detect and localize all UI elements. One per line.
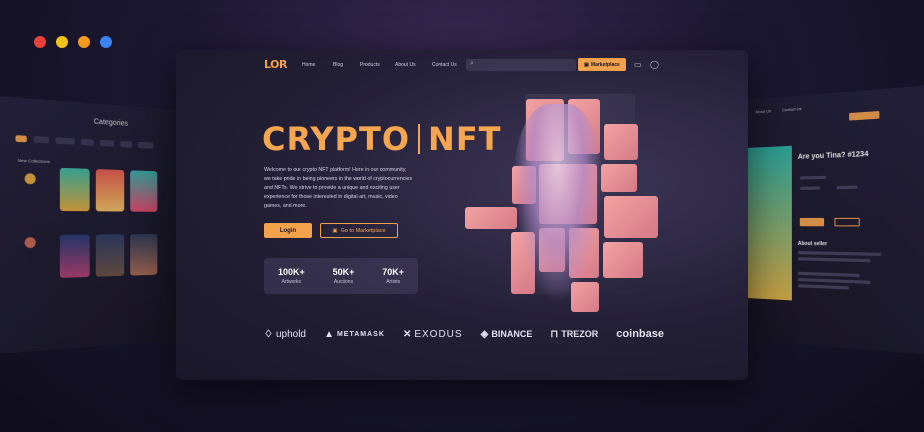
nft-card[interactable] — [130, 234, 158, 276]
category-chip[interactable] — [81, 138, 94, 146]
nav-products[interactable]: Products — [360, 62, 380, 68]
hero-title-left: CRYPTO — [262, 120, 411, 158]
nft-card[interactable] — [130, 170, 158, 212]
avatar — [24, 237, 36, 249]
nft-card[interactable] — [59, 167, 90, 212]
stat-artists: 70K+ Artists — [382, 267, 404, 285]
partner-trezor[interactable]: ⊓ TREZOR — [550, 329, 598, 340]
window-controls — [34, 36, 112, 48]
store-icon: ▣ — [332, 227, 338, 234]
right-nav-contact[interactable]: Contact Us — [782, 106, 802, 113]
go-to-marketplace-button[interactable]: ▣ Go to Marketplace — [320, 223, 398, 238]
category-chip[interactable] — [55, 137, 75, 145]
stat-value: 70K+ — [382, 267, 405, 277]
about-line — [797, 277, 871, 284]
metamask-icon: ▲ — [324, 328, 334, 340]
stat-label: Artworks — [281, 279, 302, 285]
partner-name: BINANCE — [491, 329, 533, 339]
art-tile — [601, 164, 637, 192]
binance-icon: ◈ — [480, 328, 489, 340]
partner-coinbase[interactable]: coinbase — [616, 328, 664, 340]
partner-name: EXODUS — [414, 328, 463, 340]
category-chip[interactable] — [99, 139, 115, 147]
search-input[interactable]: ⌕ — [466, 59, 576, 71]
store-icon: ▣ — [584, 61, 589, 68]
stats-bar: 100K+ Artworks 50K+ Auctions 70K+ Artist… — [264, 258, 418, 294]
nav-about[interactable]: About Us — [395, 62, 416, 68]
logo[interactable]: LOR — [264, 58, 287, 71]
about-seller-heading: About seller — [797, 240, 828, 248]
chrome-figure — [513, 104, 603, 304]
extra-dot[interactable] — [100, 36, 112, 48]
right-market-button[interactable] — [849, 111, 880, 121]
close-dot[interactable] — [34, 36, 46, 48]
stat-artworks: 100K+ Artworks — [278, 267, 305, 285]
stat-value: 100K+ — [277, 267, 305, 277]
art-tile — [604, 196, 658, 238]
uphold-icon: ♢ — [264, 328, 273, 340]
partner-logos: ♢ uphold ▲ METAMASK ✕ EXODUS ◈ BINANCE ⊓… — [264, 328, 664, 340]
trezor-icon: ⊓ — [550, 328, 559, 340]
login-button[interactable]: Login — [264, 223, 312, 238]
collections-heading: New Collections — [17, 157, 50, 165]
category-chip[interactable] — [120, 140, 133, 148]
partner-metamask[interactable]: ▲ METAMASK — [324, 329, 385, 340]
category-chip[interactable] — [33, 136, 50, 144]
art-tile — [603, 242, 643, 278]
partner-uphold[interactable]: ♢ uphold — [264, 329, 306, 340]
marketplace-button[interactable]: ▣ Marketplace — [578, 58, 626, 71]
meta-line — [799, 186, 820, 190]
meta-line — [836, 185, 858, 190]
partner-name: METAMASK — [336, 330, 385, 338]
bid-button[interactable] — [834, 217, 860, 227]
search-icon: ⌕ — [470, 60, 474, 67]
maximize-dot[interactable] — [78, 36, 90, 48]
art-tile — [604, 124, 638, 160]
wallet-icon[interactable]: ▭ — [634, 60, 642, 69]
nft-card[interactable] — [95, 169, 125, 212]
stat-label: Auctions — [333, 279, 354, 285]
partner-name: uphold — [275, 328, 306, 340]
hero-artwork-mosaic — [465, 94, 665, 314]
stat-label: Artists — [386, 279, 401, 285]
nft-card[interactable] — [59, 234, 90, 278]
nav-home[interactable]: Home — [302, 62, 315, 68]
categories-title: Categories — [93, 118, 129, 128]
nft-card[interactable] — [95, 234, 125, 277]
partner-binance[interactable]: ◈ BINANCE — [481, 329, 533, 340]
stat-value: 50K+ — [332, 267, 355, 277]
go-to-marketplace-label: Go to Marketplace — [340, 227, 386, 234]
partner-name: coinbase — [616, 328, 664, 340]
title-divider — [418, 124, 421, 154]
category-chip[interactable] — [138, 141, 154, 149]
nft-title: Are you Tina? #1234 — [797, 150, 869, 162]
about-line — [797, 251, 882, 257]
right-nav-about[interactable]: About Us — [755, 108, 771, 114]
category-chip[interactable] — [15, 135, 27, 143]
user-icon[interactable]: ◯ — [650, 60, 659, 69]
nft-preview-image — [746, 145, 792, 301]
stat-auctions: 50K+ Auctions — [333, 267, 355, 285]
buy-button[interactable] — [799, 217, 825, 227]
nft-detail-preview-panel: About Us Contact Us Are you Tina? #1234 … — [746, 84, 924, 356]
avatar — [24, 173, 36, 185]
hero-description: Welcome to our crypto NFT platform! Here… — [264, 167, 413, 209]
main-landing-window: LOR Home Blog Products About Us Contact … — [176, 50, 748, 380]
nav-contact[interactable]: Contact Us — [432, 62, 457, 68]
meta-line — [799, 175, 827, 180]
about-line — [797, 284, 850, 290]
categories-preview-panel: Categories New Collections — [0, 95, 179, 355]
partner-name: TREZOR — [561, 329, 599, 339]
exodus-icon: ✕ — [402, 328, 412, 340]
about-line — [797, 271, 860, 278]
about-line — [797, 257, 871, 263]
marketplace-label: Marketplace — [590, 61, 620, 68]
nav-blog[interactable]: Blog — [333, 62, 343, 68]
partner-exodus[interactable]: ✕ EXODUS — [403, 329, 463, 340]
minimize-dot[interactable] — [56, 36, 68, 48]
top-nav: LOR Home Blog Products About Us Contact … — [176, 50, 748, 82]
art-tile — [465, 207, 517, 229]
